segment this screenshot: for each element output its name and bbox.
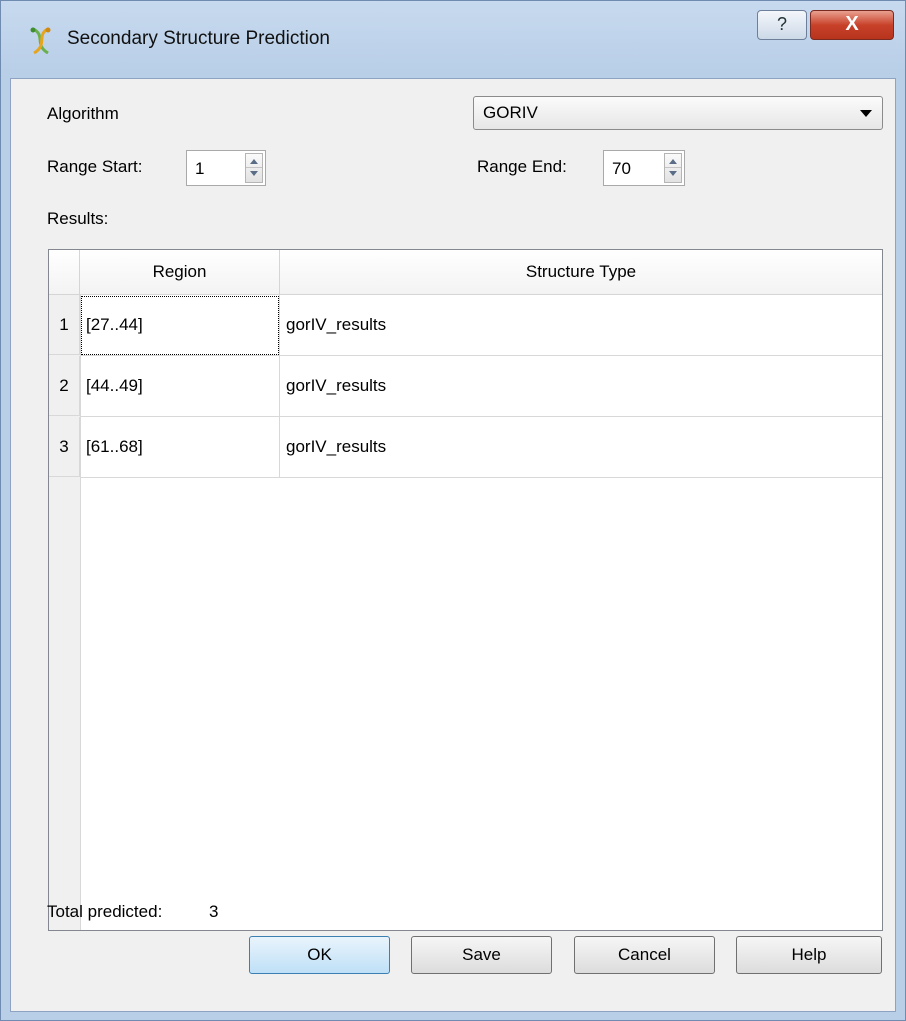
help-title-button[interactable]: ? <box>757 10 807 40</box>
dna-helix-icon <box>30 27 51 55</box>
region-cell[interactable]: [27..44] <box>80 295 280 356</box>
algorithm-selected-value: GORIV <box>483 103 538 122</box>
ok-button[interactable]: OK <box>249 936 390 974</box>
dialog-window: Secondary Structure Prediction ? X Algor… <box>0 0 906 1021</box>
chevron-down-icon <box>860 110 872 117</box>
table-header: Region Structure Type <box>49 250 882 295</box>
range-start-label: Range Start: <box>47 157 143 176</box>
total-predicted-label: Total predicted: <box>47 902 163 921</box>
range-end-stepper[interactable] <box>664 153 682 183</box>
table-row[interactable]: 1 [27..44] gorIV_results <box>49 295 882 356</box>
stepper-divider <box>246 167 262 168</box>
range-start-spinbox[interactable]: 1 <box>186 150 266 186</box>
region-cell[interactable]: [44..49] <box>80 356 280 417</box>
row-number[interactable]: 3 <box>49 417 80 477</box>
range-end-label: Range End: <box>477 157 567 176</box>
arrow-up-icon[interactable] <box>250 159 258 164</box>
window-title: Secondary Structure Prediction <box>67 28 330 49</box>
results-table[interactable]: Region Structure Type 1 [27..44] gorIV_r… <box>48 249 883 931</box>
close-icon: X <box>845 13 859 35</box>
region-cell[interactable]: [61..68] <box>80 417 280 478</box>
column-header-structure-type[interactable]: Structure Type <box>280 250 882 294</box>
dialog-body: Algorithm GORIV Range Start: 1 Range End… <box>10 78 896 1012</box>
table-row[interactable]: 3 [61..68] gorIV_results <box>49 417 882 478</box>
help-button[interactable]: Help <box>736 936 882 974</box>
column-header-region[interactable]: Region <box>80 250 280 294</box>
arrow-down-icon[interactable] <box>250 171 258 176</box>
structure-type-cell[interactable]: gorIV_results <box>280 356 882 417</box>
algorithm-label: Algorithm <box>47 104 119 123</box>
algorithm-select[interactable]: GORIV <box>473 96 883 130</box>
range-end-spinbox[interactable]: 70 <box>603 150 685 186</box>
range-end-value: 70 <box>612 159 631 178</box>
close-button[interactable]: X <box>810 10 894 40</box>
structure-type-cell[interactable]: gorIV_results <box>280 417 882 478</box>
arrow-down-icon[interactable] <box>669 171 677 176</box>
range-start-value: 1 <box>195 159 205 178</box>
range-start-stepper[interactable] <box>245 153 263 183</box>
save-button[interactable]: Save <box>411 936 552 974</box>
total-predicted-value: 3 <box>209 902 219 921</box>
table-row[interactable]: 2 [44..49] gorIV_results <box>49 356 882 417</box>
structure-type-cell[interactable]: gorIV_results <box>280 295 882 356</box>
question-icon: ? <box>776 14 787 34</box>
row-number[interactable]: 1 <box>49 295 80 355</box>
arrow-up-icon[interactable] <box>669 159 677 164</box>
stepper-divider <box>665 167 681 168</box>
row-number[interactable]: 2 <box>49 356 80 416</box>
cancel-button[interactable]: Cancel <box>574 936 715 974</box>
title-bar[interactable]: Secondary Structure Prediction ? X <box>0 0 906 78</box>
results-label: Results: <box>47 209 109 228</box>
corner-header[interactable] <box>49 250 80 294</box>
